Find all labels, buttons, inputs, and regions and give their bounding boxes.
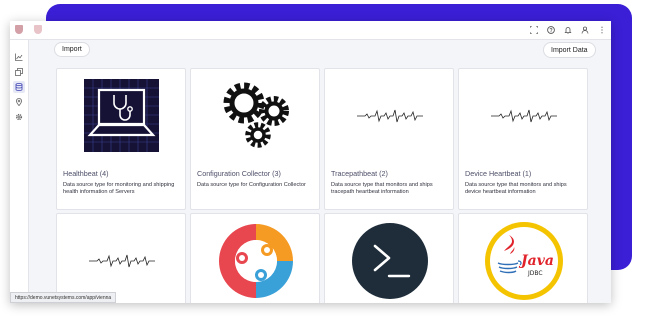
database-icon[interactable] [13, 81, 25, 93]
datasource-card-configuration-collector[interactable]: Configuration Collector (3) Data source … [190, 68, 320, 210]
card-description: Data source type that monitors and ships… [331, 182, 433, 195]
logo-icon [15, 25, 23, 34]
gear-icon[interactable] [13, 111, 25, 123]
card-description: Data source type for monitoring and ship… [63, 182, 175, 195]
sidebar [10, 40, 29, 303]
gears-icon [223, 82, 289, 148]
datasource-card-tracepathbeat[interactable]: Tracepathbeat (2) Data source type that … [324, 68, 454, 210]
datasource-card[interactable]: Java JDBC [458, 213, 588, 303]
secondary-logo-icon [34, 25, 42, 34]
fullscreen-icon[interactable] [528, 24, 539, 35]
heartbeat-line-icon [357, 109, 423, 123]
help-icon[interactable] [545, 24, 556, 35]
user-icon[interactable] [579, 24, 590, 35]
java-logo-text: Java [518, 253, 554, 269]
card-title: Healthbeat (4) [63, 169, 109, 178]
card-title: Configuration Collector (3) [197, 169, 281, 178]
jdbc-logo-text: JDBC [527, 270, 543, 277]
heartbeat-line-icon [491, 109, 557, 123]
laptop-stethoscope-icon [84, 79, 159, 152]
more-icon[interactable] [596, 24, 607, 35]
datasource-card[interactable] [56, 213, 186, 303]
bell-icon[interactable] [562, 24, 573, 35]
card-title: Tracepathbeat (2) [331, 169, 388, 178]
chart-icon[interactable] [13, 51, 25, 63]
import-button[interactable]: Import [54, 42, 90, 57]
top-bar [10, 21, 611, 40]
card-description: Data source type that monitors and ships… [465, 182, 567, 195]
copy-icon[interactable] [13, 66, 25, 78]
heartbeat-line-icon [89, 254, 155, 268]
location-icon[interactable] [13, 96, 25, 108]
card-title: Device Heartbeat (1) [465, 169, 532, 178]
people-circle-logo-icon [219, 224, 293, 298]
header-actions [528, 24, 607, 35]
status-bar-url: https://demo.vunetsystems.com/app/vienna [10, 292, 117, 303]
datasource-card-healthbeat[interactable]: Healthbeat (4) Data source type for moni… [56, 68, 186, 210]
import-data-button[interactable]: Import Data [543, 42, 596, 58]
datasource-card[interactable] [190, 213, 320, 303]
datasource-card-device-heartbeat[interactable]: Device Heartbeat (1) Data source type th… [458, 68, 588, 210]
datasource-card[interactable] [324, 213, 454, 303]
browser-window: Import Import Data Healthbeat (4) Data s… [10, 21, 611, 303]
terminal-prompt-icon [352, 223, 428, 299]
card-description: Data source type for Configuration Colle… [197, 182, 306, 188]
java-jdbc-logo-icon: Java JDBC [485, 222, 563, 300]
